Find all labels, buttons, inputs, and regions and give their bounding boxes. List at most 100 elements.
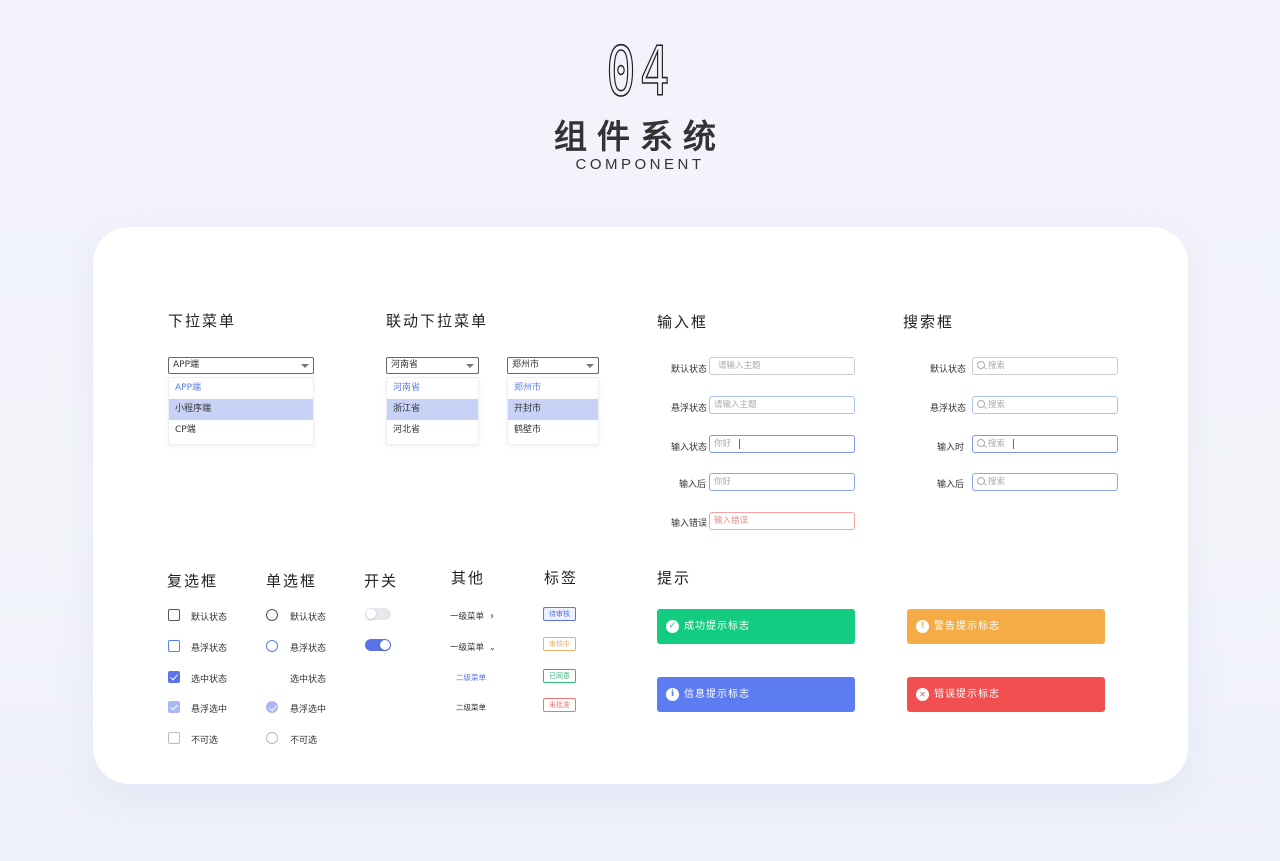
search-state-label: 输入后 [937, 480, 965, 490]
page-subtitle: COMPONENT [575, 156, 705, 173]
checkbox-default[interactable] [168, 609, 180, 621]
search-title: 搜索框 [903, 313, 955, 331]
province-option[interactable]: 浙江省 [387, 399, 478, 420]
city-selected-value: 郑州市 [512, 360, 540, 370]
checkbox-label: 不可选 [191, 736, 219, 746]
radio-label: 悬浮选中 [290, 705, 327, 715]
input-state-label: 输入后 [679, 480, 707, 490]
menu-level1-label: 一级菜单 [450, 612, 485, 622]
dropdown-selected-value: APP端 [173, 360, 200, 370]
radio-label: 悬浮状态 [290, 644, 327, 654]
radio-label: 选中状态 [290, 675, 327, 685]
exclamation-icon: ! [916, 620, 929, 633]
close-icon: ✕ [916, 688, 929, 701]
input-state-label: 输入错误 [671, 519, 708, 529]
radio-hover-checked[interactable] [266, 701, 278, 713]
checkbox-label: 默认状态 [191, 613, 228, 623]
search-state-label: 输入时 [937, 443, 965, 453]
checkbox-title: 复选框 [167, 572, 219, 590]
city-option[interactable]: 鹤壁市 [508, 420, 598, 441]
menu-level1-expanded[interactable]: 一级菜单 ⌄ [450, 641, 496, 653]
dropdown-option[interactable]: CP端 [169, 420, 313, 441]
search-icon [977, 360, 985, 369]
checkbox-label: 选中状态 [191, 675, 228, 685]
switch-on[interactable] [365, 639, 391, 651]
tag-approved: 已同意 [543, 669, 576, 683]
input-value: 输入错误 [714, 516, 749, 526]
input-value: 你好 [714, 477, 732, 487]
check-icon [268, 703, 277, 711]
province-option[interactable]: 河南省 [387, 378, 478, 399]
check-icon [170, 672, 178, 681]
text-cursor [739, 438, 741, 449]
alert-error: ✕ 错误提示标志 [907, 677, 1105, 712]
search-state-label: 默认状态 [930, 365, 967, 375]
menu-level2-active[interactable]: 二级菜单 [456, 672, 486, 683]
input-default[interactable]: 请输入主题 [709, 357, 855, 375]
input-error[interactable]: 输入错误 [709, 512, 855, 530]
checkbox-hover[interactable] [168, 640, 180, 652]
dropdown-option[interactable]: APP端 [169, 378, 313, 399]
dropdown-option[interactable]: 小程序端 [169, 399, 313, 420]
input-title: 输入框 [657, 313, 709, 331]
input-value: 你好 [714, 439, 732, 449]
radio-hover[interactable] [266, 640, 278, 652]
alert-text: 信息提示标志 [684, 689, 750, 700]
menu-level2[interactable]: 二级菜单 [456, 702, 486, 713]
text-cursor [1013, 438, 1015, 449]
radio-disabled [266, 732, 278, 744]
chevron-down-icon [466, 364, 474, 368]
dropdown-select[interactable]: APP端 [168, 357, 314, 374]
alert-text: 成功提示标志 [684, 621, 750, 632]
check-icon: ✓ [666, 620, 679, 633]
alert-warning: ! 警告提示标志 [907, 609, 1105, 644]
chevron-right-icon: › [490, 611, 495, 622]
input-typing[interactable]: 你好 [709, 435, 855, 453]
dropdown-list: APP端 小程序端 CP端 [168, 377, 314, 445]
input-hover[interactable]: 请输入主题 [709, 396, 855, 414]
alert-success: ✓ 成功提示标志 [657, 609, 855, 644]
alert-text: 警告提示标志 [934, 621, 1000, 632]
search-icon [977, 476, 985, 485]
alert-text: 错误提示标志 [934, 689, 1000, 700]
menu-level1[interactable]: 一级菜单 › [450, 610, 494, 622]
radio-default[interactable] [266, 609, 278, 621]
switch-off[interactable] [365, 608, 391, 620]
switch-knob [380, 640, 390, 650]
city-select[interactable]: 郑州市 [507, 357, 599, 374]
province-option[interactable]: 河北省 [387, 420, 478, 441]
input-placeholder: 请输入主题 [714, 400, 757, 410]
radio-label: 默认状态 [290, 613, 327, 623]
alert-info: i 信息提示标志 [657, 677, 855, 712]
section-number: 04 [606, 33, 674, 112]
tag-rejected: 未批准 [543, 698, 576, 712]
province-list: 河南省 浙江省 河北省 [386, 377, 479, 445]
search-input-default[interactable]: 搜索 [972, 357, 1118, 375]
checkbox-label: 悬浮状态 [191, 644, 228, 654]
search-input-hover[interactable]: 搜索 [972, 396, 1118, 414]
province-selected-value: 河南省 [391, 360, 419, 370]
input-placeholder: 请输入主题 [718, 361, 761, 371]
check-icon [170, 702, 178, 711]
tag-pending: 待审核 [543, 607, 576, 621]
chevron-down-icon [301, 364, 309, 368]
input-state-label: 输入状态 [671, 443, 708, 453]
dropdown-title: 下拉菜单 [168, 312, 237, 330]
checkbox-checked[interactable] [168, 671, 180, 683]
search-placeholder: 搜索 [988, 361, 1006, 371]
search-placeholder: 搜索 [988, 439, 1006, 449]
search-input-filled[interactable]: 搜索 [972, 473, 1118, 491]
input-filled[interactable]: 你好 [709, 473, 855, 491]
city-option[interactable]: 开封市 [508, 399, 598, 420]
city-option[interactable]: 郑州市 [508, 378, 598, 399]
switch-title: 开关 [364, 572, 399, 590]
checkbox-hover-checked[interactable] [168, 701, 180, 713]
info-icon: i [666, 688, 679, 701]
province-select[interactable]: 河南省 [386, 357, 479, 374]
other-title: 其他 [451, 569, 486, 587]
input-state-label: 悬浮状态 [671, 404, 708, 414]
search-state-label: 悬浮状态 [930, 404, 967, 414]
search-input-typing[interactable]: 搜索 [972, 435, 1118, 453]
search-icon [977, 399, 985, 408]
tags-title: 标签 [544, 569, 579, 587]
